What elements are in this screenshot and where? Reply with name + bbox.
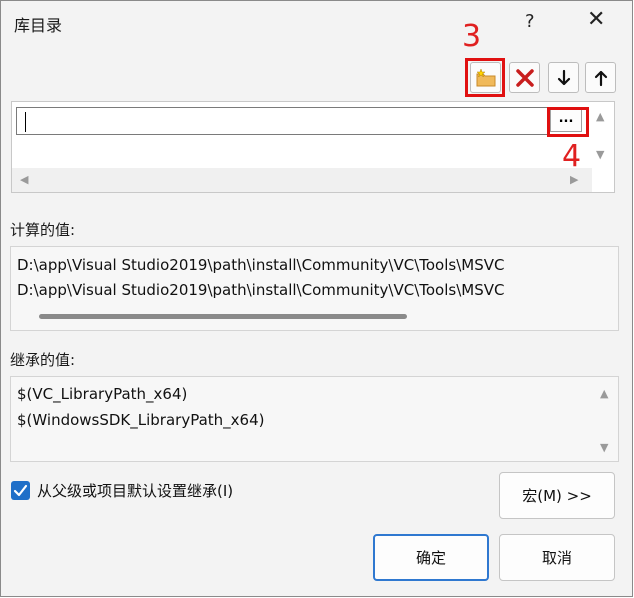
checkmark-icon (13, 484, 28, 497)
computed-values-box: D:\app\Visual Studio2019\path\install\Co… (10, 246, 619, 331)
computed-line: D:\app\Visual Studio2019\path\install\Co… (17, 281, 505, 299)
highlight-browse (547, 107, 589, 137)
red-x-icon (515, 68, 534, 87)
inherit-checkbox-label[interactable]: 从父级或项目默认设置继承(I) (37, 480, 233, 501)
computed-scroll-thumb[interactable] (39, 314, 407, 319)
scroll-down-arrow-icon[interactable]: ▼ (600, 441, 608, 454)
scroll-up-arrow-icon[interactable]: ▲ (600, 387, 608, 400)
help-button[interactable]: ? (525, 11, 535, 32)
horizontal-scrollbar[interactable]: ◀ ▶ (12, 168, 592, 192)
title-bar: 库目录 ? ✕ (1, 1, 632, 47)
dialog-title: 库目录 (14, 16, 63, 35)
close-button[interactable]: ✕ (587, 7, 605, 32)
macros-button[interactable]: 宏(M) >> (499, 472, 615, 519)
computed-values-label: 计算的值: (10, 221, 76, 239)
library-directories-dialog: 库目录 ? ✕ 3 ... ▲ ▼ ◀ ▶ 4 计算的值: D:\app\Vis… (0, 0, 633, 597)
ok-button[interactable]: 确定 (373, 534, 489, 581)
annotation-4: 4 (562, 139, 582, 174)
inherited-line: $(VC_LibraryPath_x64) (17, 385, 188, 403)
inherited-values-label: 继承的值: (10, 351, 76, 369)
inherited-line: $(WindowsSDK_LibraryPath_x64) (17, 411, 265, 429)
move-down-button[interactable] (548, 62, 579, 93)
scroll-up-arrow-icon[interactable]: ▲ (596, 110, 604, 123)
directory-list[interactable]: ... ▲ ▼ ◀ ▶ (11, 101, 615, 193)
scroll-right-arrow-icon[interactable]: ▶ (570, 173, 578, 186)
move-up-button[interactable] (585, 62, 616, 93)
highlight-new-line (465, 58, 505, 97)
annotation-3: 3 (462, 19, 482, 54)
cancel-button[interactable]: 取消 (499, 534, 615, 581)
delete-button[interactable] (509, 62, 540, 93)
scroll-left-arrow-icon[interactable]: ◀ (20, 173, 28, 186)
inherited-values-box: $(VC_LibraryPath_x64) $(WindowsSDK_Libra… (10, 376, 619, 462)
directory-edit-field[interactable] (16, 107, 552, 135)
inherit-checkbox[interactable] (11, 481, 30, 500)
scroll-down-arrow-icon[interactable]: ▼ (596, 148, 604, 161)
arrow-down-icon (557, 69, 570, 85)
text-caret (25, 112, 26, 132)
computed-line: D:\app\Visual Studio2019\path\install\Co… (17, 256, 505, 274)
arrow-up-icon (594, 70, 607, 86)
